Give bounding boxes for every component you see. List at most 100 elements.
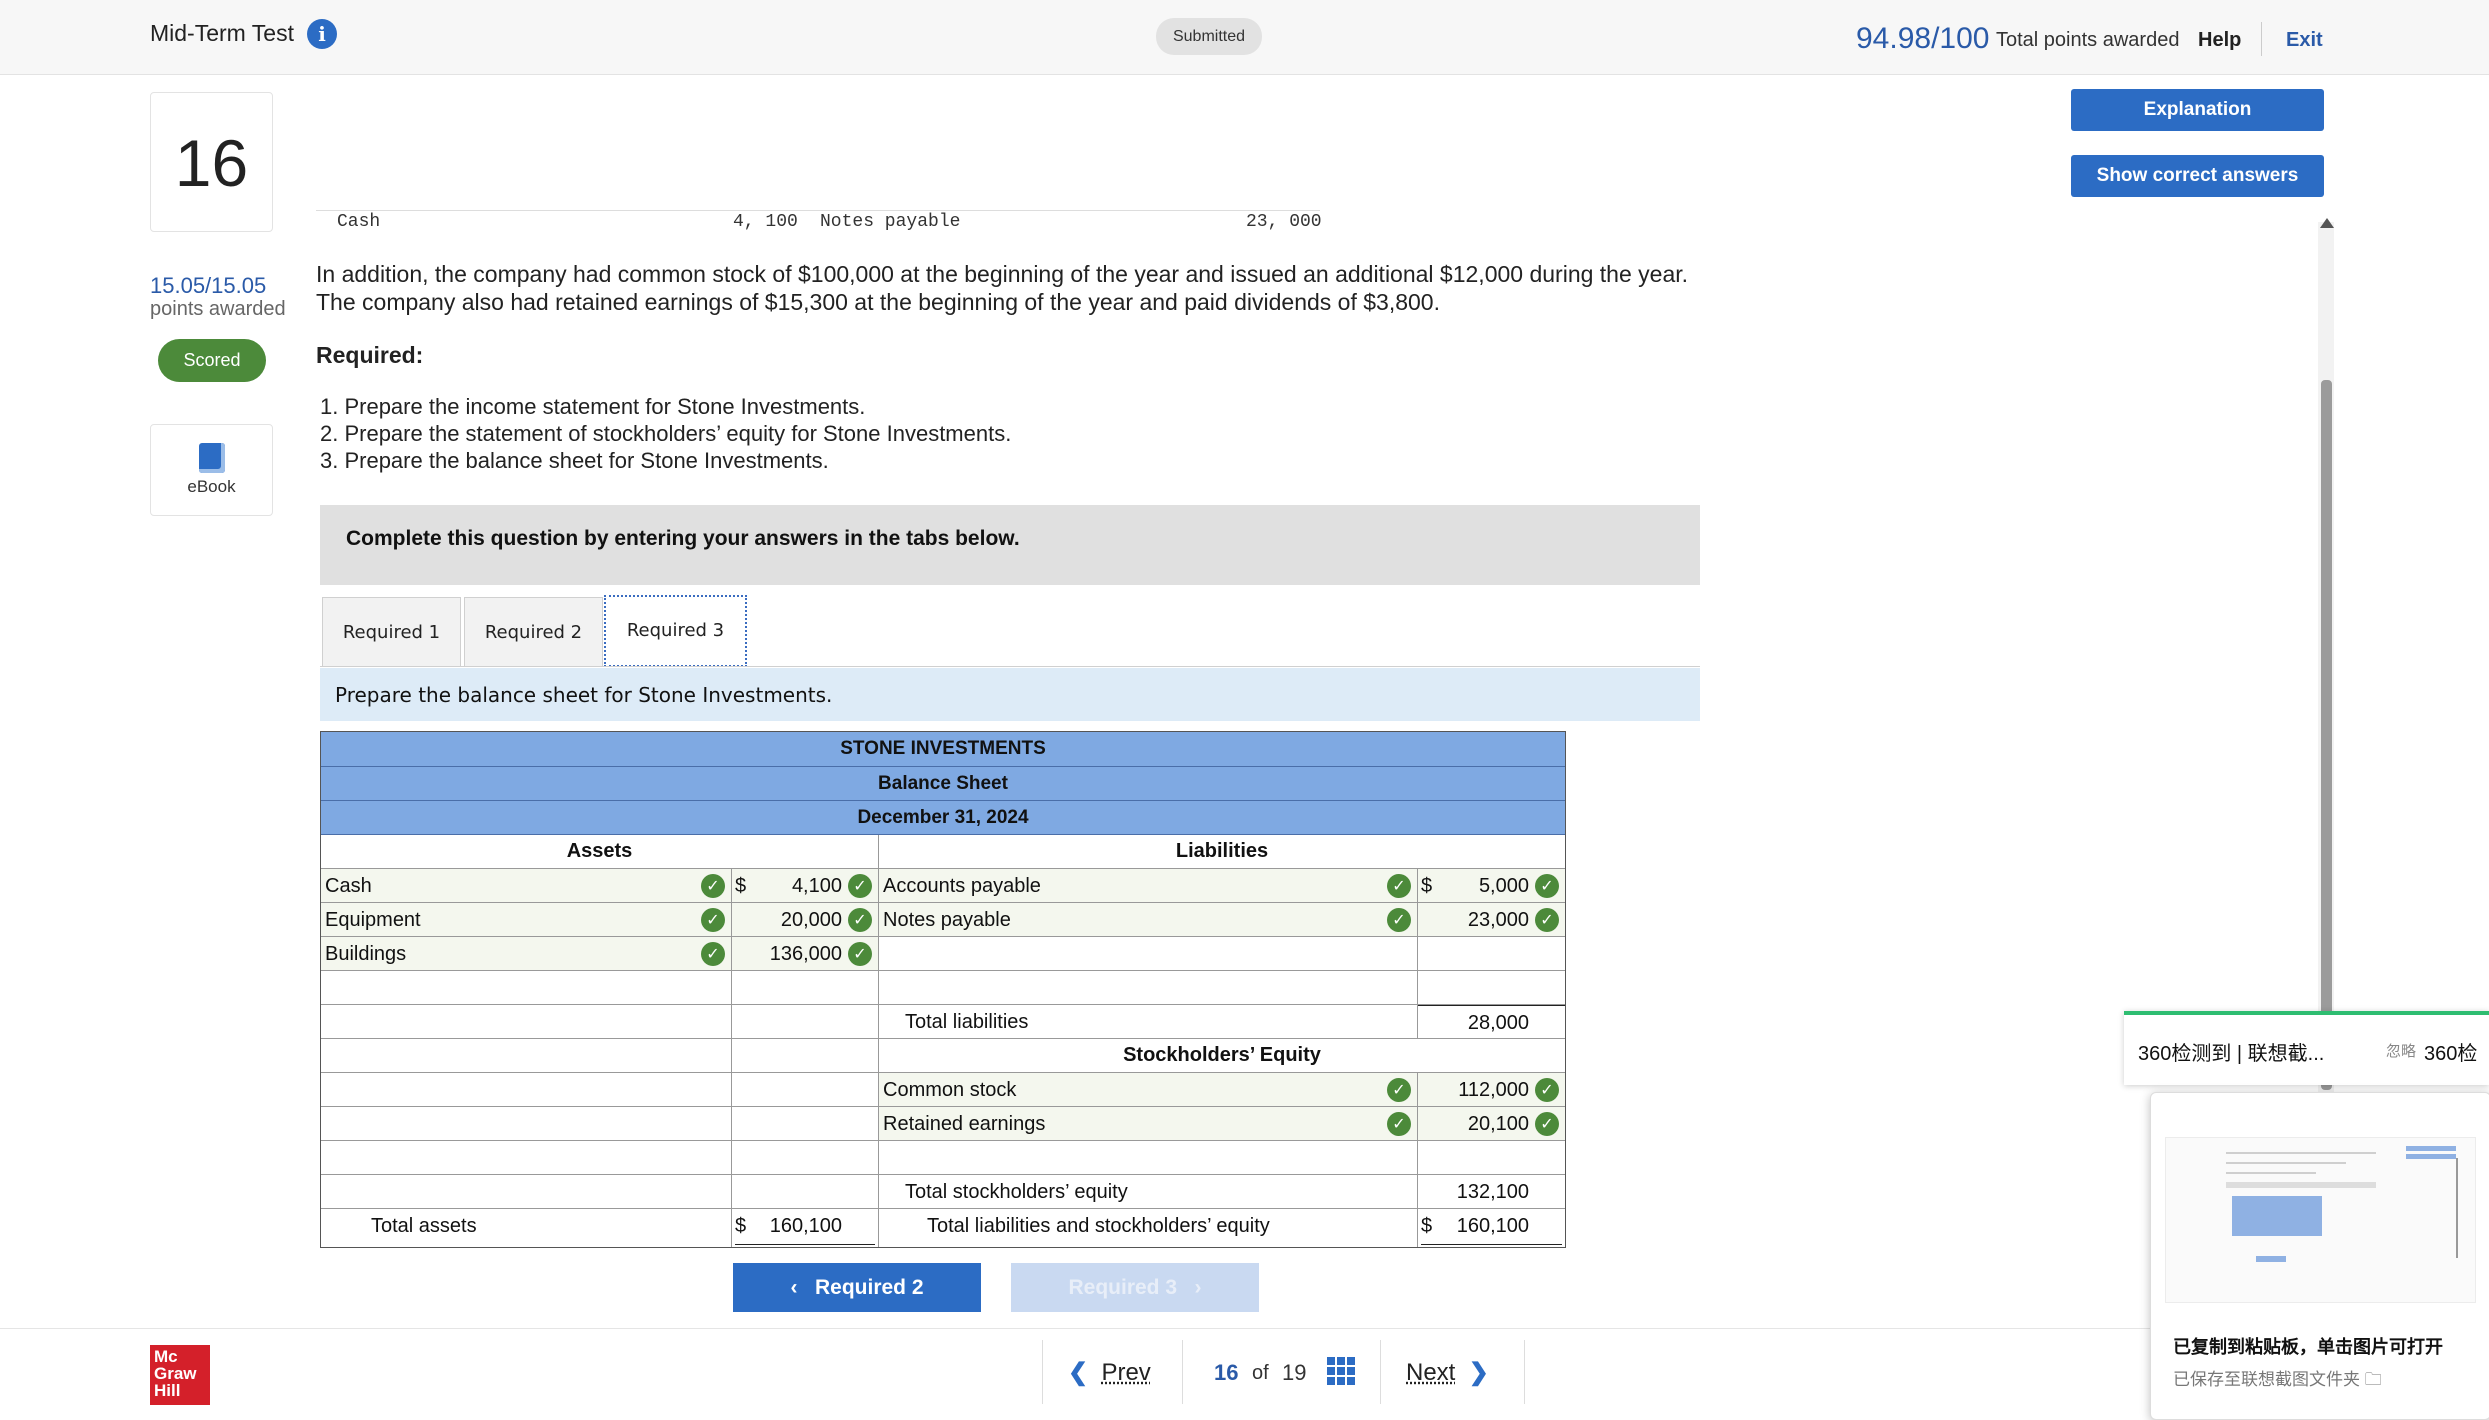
fragment-notes-label: Notes payable	[820, 212, 961, 232]
prev-required-button[interactable]: ‹ Required 2	[733, 1263, 981, 1312]
equity-value-cell[interactable]: 112,000 ✓	[1418, 1073, 1565, 1107]
empty-cell	[732, 1005, 879, 1039]
banner-text: 360检测到 | 联想截...	[2138, 1043, 2325, 1065]
popup-subtitle-text: 已保存至联想截图文件夹	[2173, 1370, 2360, 1389]
tab-required-3[interactable]: Required 3	[604, 595, 747, 667]
asset-label-cell[interactable]: Equipment ✓	[321, 903, 732, 937]
total-assets-label: Total assets	[371, 1215, 477, 1237]
asset-value-cell[interactable]: 20,000 ✓	[732, 903, 879, 937]
check-icon: ✓	[848, 908, 872, 932]
asset-value-cell[interactable]: $ 4,100 ✓	[732, 869, 879, 903]
empty-cell	[1418, 937, 1565, 971]
empty-cell	[321, 1073, 732, 1107]
nav-separator	[1182, 1340, 1183, 1404]
check-icon: ✓	[1387, 1112, 1411, 1136]
book-icon	[199, 443, 225, 473]
mcgraw-hill-logo: Mc Graw Hill	[150, 1345, 210, 1405]
total-equity-label-cell: Total stockholders’ equity	[879, 1175, 1418, 1209]
total-le-cell: $ 160,100	[1418, 1209, 1565, 1247]
required-label: Required:	[316, 342, 424, 368]
required-item: 1. Prepare the income statement for Ston…	[320, 394, 866, 419]
asset-label-cell[interactable]: Buildings ✓	[321, 937, 732, 971]
total-equity-label: Total stockholders’ equity	[905, 1181, 1128, 1203]
asset-value: 4,100	[791, 875, 842, 897]
check-icon: ✓	[1535, 1112, 1559, 1136]
scrollbar-thumb[interactable]	[2321, 380, 2332, 1090]
check-icon: ✓	[1387, 908, 1411, 932]
empty-cell	[1418, 1141, 1565, 1175]
liability-label-cell[interactable]: Accounts payable ✓	[879, 869, 1418, 903]
points-label: points awarded	[150, 298, 286, 320]
next-required-button: Required 3 ›	[1011, 1263, 1259, 1312]
tab-required-1[interactable]: Required 1	[322, 597, 461, 666]
check-icon: ✓	[701, 942, 725, 966]
next-label: Next	[1406, 1359, 1456, 1386]
check-icon: ✓	[1535, 908, 1559, 932]
liability-label: Accounts payable	[883, 875, 1041, 897]
check-icon: ✓	[701, 908, 725, 932]
nav-separator	[1380, 1340, 1381, 1404]
info-icon[interactable]: i	[307, 19, 337, 49]
liability-label-cell[interactable]: Notes payable ✓	[879, 903, 1418, 937]
screenshot-preview-popup[interactable]: 已复制到粘贴板，单击图片可打开 已保存至联想截图文件夹 🗀	[2150, 1092, 2489, 1420]
check-icon: ✓	[1387, 1078, 1411, 1102]
tab-baseline	[320, 666, 1700, 667]
explanation-button[interactable]: Explanation	[2071, 89, 2324, 131]
asset-value: 20,000	[780, 909, 842, 931]
liability-value-cell[interactable]: 23,000 ✓	[1418, 903, 1565, 937]
empty-cell	[879, 971, 1418, 1005]
statement-date: December 31, 2024	[321, 801, 1565, 835]
empty-cell	[321, 971, 732, 1005]
empty-cell	[321, 1039, 732, 1073]
total-assets-value: 160,100	[769, 1215, 842, 1237]
prompt-bar: Prepare the balance sheet for Stone Inve…	[320, 668, 1700, 721]
statement-title: Balance Sheet	[321, 767, 1565, 801]
equity-value-cell[interactable]: 20,100 ✓	[1418, 1107, 1565, 1141]
total-le-label: Total liabilities and stockholders’ equi…	[927, 1215, 1270, 1237]
prev-question-link[interactable]: ❮ Prev	[1068, 1358, 1151, 1387]
top-bar: Mid-Term Test i Submitted 94.98/100 Tota…	[0, 0, 2489, 75]
of-label: of	[1252, 1362, 1269, 1384]
empty-cell	[732, 1107, 879, 1141]
check-icon: ✓	[701, 874, 725, 898]
empty-cell	[732, 971, 879, 1005]
asset-label: Cash	[325, 875, 372, 897]
assets-header: Assets	[321, 835, 879, 869]
equity-label-cell[interactable]: Common stock ✓	[879, 1073, 1418, 1107]
bottom-bar	[0, 1328, 2489, 1419]
equity-label: Common stock	[883, 1079, 1017, 1101]
currency-symbol: $	[735, 875, 747, 897]
exit-link[interactable]: Exit	[2286, 29, 2323, 52]
chevron-right-icon: ❯	[1468, 1359, 1489, 1386]
check-icon: ✓	[848, 874, 872, 898]
next-question-link[interactable]: Next ❯	[1406, 1358, 1489, 1387]
total-equity-cell: 132,100	[1418, 1175, 1565, 1209]
points-score: 15.05/15.05	[150, 273, 267, 298]
check-icon: ✓	[1535, 874, 1559, 898]
liability-value-cell[interactable]: $ 5,000 ✓	[1418, 869, 1565, 903]
grid-icon[interactable]	[1327, 1357, 1355, 1385]
scored-badge: Scored	[158, 339, 266, 382]
help-link[interactable]: Help	[2198, 29, 2241, 52]
asset-value-cell[interactable]: 136,000 ✓	[732, 937, 879, 971]
fragment-cash-label: Cash	[337, 212, 381, 232]
empty-cell	[321, 1107, 732, 1141]
total-assets-cell: $ 160,100	[732, 1209, 879, 1247]
scroll-up-arrow-icon[interactable]	[2320, 218, 2334, 228]
show-correct-answers-button[interactable]: Show correct answers	[2071, 155, 2324, 197]
chevron-right-icon: ›	[1177, 1276, 1202, 1299]
popup-title: 已复制到粘贴板，单击图片可打开	[2173, 1337, 2443, 1357]
empty-cell	[321, 1005, 732, 1039]
banner-dismiss[interactable]: 忽略	[2386, 1040, 2416, 1061]
question-paragraph: In addition, the company had common stoc…	[316, 261, 1689, 315]
screenshot-thumbnail[interactable]	[2165, 1137, 2476, 1303]
company-name: STONE INVESTMENTS	[321, 732, 1565, 767]
asset-label-cell[interactable]: Cash ✓	[321, 869, 732, 903]
equity-label-cell[interactable]: Retained earnings ✓	[879, 1107, 1418, 1141]
required-list: 1. Prepare the income statement for Ston…	[320, 393, 1011, 474]
notification-banner[interactable]: 360检测到 | 联想截... 忽略 360检	[2124, 1011, 2489, 1085]
ebook-button[interactable]: eBook	[150, 424, 273, 516]
empty-cell	[732, 1073, 879, 1107]
question-number: 16	[174, 126, 249, 200]
tab-required-2[interactable]: Required 2	[464, 597, 603, 666]
